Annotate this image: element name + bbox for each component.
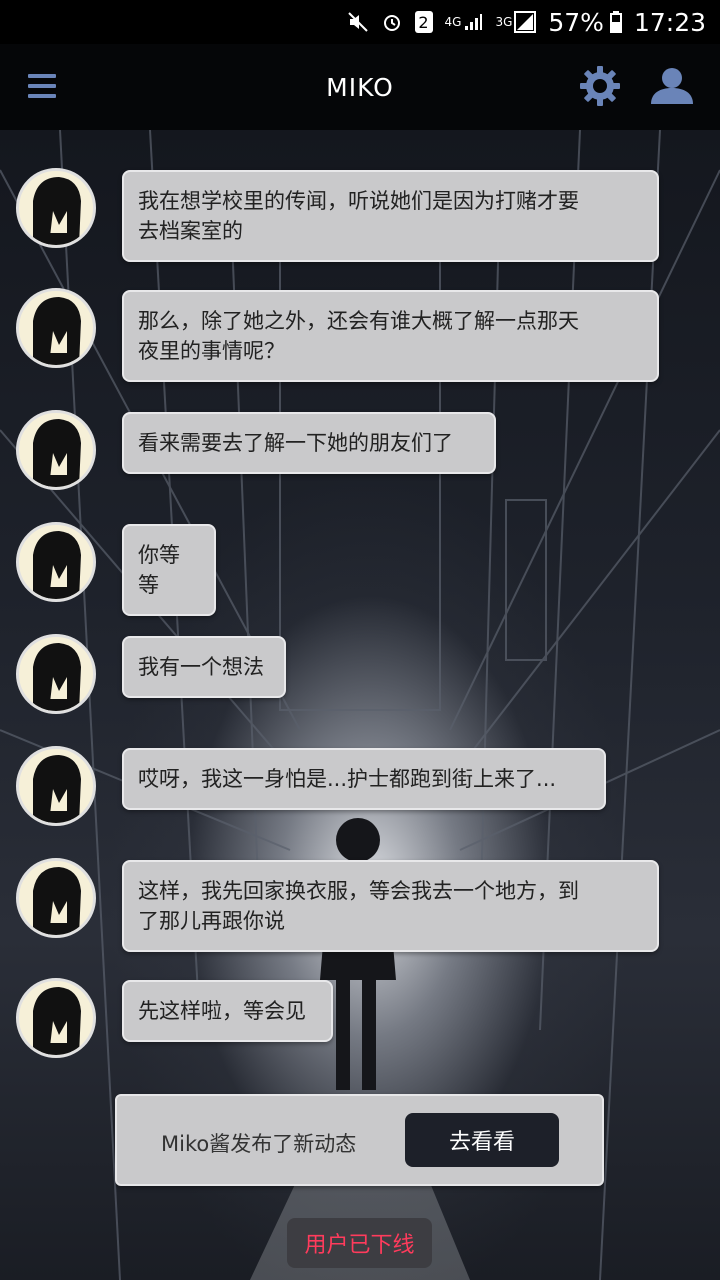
message-bubble: 这样，我先回家换衣服，等会我去一个地方，到 了那儿再跟你说 xyxy=(122,860,659,952)
gear-icon[interactable] xyxy=(578,64,622,112)
message-text-line: 去档案室的 xyxy=(138,219,243,243)
chat-area[interactable]: 我在想学校里的传闻，听说她们是因为打赌才要 去档案室的 那么，除了她之外，还会有… xyxy=(0,130,720,1280)
message-text-line: 先这样啦，等会见 xyxy=(138,999,306,1023)
alarm-icon xyxy=(381,11,403,33)
user-icon[interactable] xyxy=(648,64,696,112)
message-text-line: 我有一个想法 xyxy=(138,655,264,679)
mute-icon xyxy=(347,11,369,33)
status-bar: 2 4G 3G 57% 17:23 xyxy=(0,0,720,44)
message-text-line: 那么，除了她之外，还会有谁大概了解一点那天 xyxy=(138,309,579,333)
avatar[interactable] xyxy=(16,858,96,938)
message-text-line: 我在想学校里的传闻，听说她们是因为打赌才要 xyxy=(138,189,579,213)
message-text-line: 了那儿再跟你说 xyxy=(138,909,285,933)
avatar[interactable] xyxy=(16,288,96,368)
signal-icon xyxy=(463,12,483,32)
sim-badge: 2 xyxy=(414,11,433,33)
avatar[interactable] xyxy=(16,522,96,602)
message-bubble: 先这样啦，等会见 xyxy=(122,980,333,1042)
message-text-line: 你等等 xyxy=(138,543,180,597)
page-title: MIKO xyxy=(326,72,394,102)
message-text-line: 哎呀，我这一身怕是...护士都跑到街上来了... xyxy=(138,767,557,791)
battery-percent: 57% xyxy=(548,7,604,37)
message-bubble: 看来需要去了解一下她的朋友们了 xyxy=(122,412,496,474)
battery-icon xyxy=(609,11,622,33)
signal-icon-2 xyxy=(514,11,537,33)
message-bubble: 我在想学校里的传闻，听说她们是因为打赌才要 去档案室的 xyxy=(122,170,659,262)
avatar[interactable] xyxy=(16,410,96,490)
view-post-button[interactable]: 去看看 xyxy=(405,1113,559,1167)
message-bubble: 你等等 xyxy=(122,524,216,616)
network-3g-label: 3G xyxy=(495,15,513,29)
avatar[interactable] xyxy=(16,634,96,714)
avatar[interactable] xyxy=(16,746,96,826)
avatar[interactable] xyxy=(16,978,96,1058)
message-text-line: 这样，我先回家换衣服，等会我去一个地方，到 xyxy=(138,879,579,903)
offline-status-badge: 用户已下线 xyxy=(287,1218,432,1268)
notice-text: Miko酱发布了新动态 xyxy=(161,1132,357,1156)
network-4g-label: 4G xyxy=(444,15,462,29)
new-post-notice: Miko酱发布了新动态 去看看 xyxy=(115,1094,604,1186)
message-bubble: 我有一个想法 xyxy=(122,636,286,698)
message-bubble: 哎呀，我这一身怕是...护士都跑到街上来了... xyxy=(122,748,606,810)
message-text-line: 看来需要去了解一下她的朋友们了 xyxy=(138,431,453,455)
message-text-line: 夜里的事情呢？ xyxy=(138,339,285,363)
app-header: MIKO xyxy=(0,44,720,130)
message-bubble: 那么，除了她之外，还会有谁大概了解一点那天 夜里的事情呢？ xyxy=(122,290,659,382)
hamburger-menu-icon[interactable] xyxy=(28,74,56,98)
clock-time: 17:23 xyxy=(633,7,706,37)
avatar[interactable] xyxy=(16,168,96,248)
